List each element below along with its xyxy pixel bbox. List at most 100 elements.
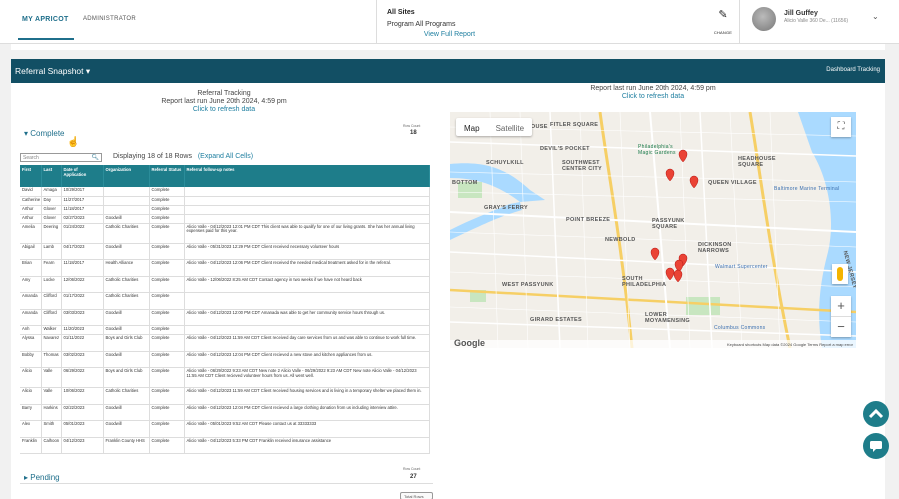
street-view-pegman-icon[interactable] — [832, 264, 848, 284]
cell-date: 01/11/2022 — [61, 334, 104, 352]
cell-status: Complete — [149, 243, 185, 260]
avatar[interactable] — [752, 7, 776, 31]
cell-date: 02/27/2023 — [61, 214, 104, 224]
cell-organization: Catholic Charities — [103, 387, 150, 405]
divider — [20, 483, 433, 484]
table-row[interactable]: Alex Smith 05/01/2023 Goodwill Complete Alici… — [20, 420, 430, 438]
refresh-link-right[interactable]: Click to refresh data — [463, 93, 843, 101]
chat-button[interactable] — [863, 433, 889, 459]
cell-first: Abigail — [20, 243, 42, 260]
tab-my-apricot[interactable]: MY APRICOT — [22, 16, 69, 23]
search-input[interactable]: Search 🔍︎ — [20, 153, 102, 162]
cell-organization: Goodwill — [103, 325, 150, 335]
scroll-to-top-button[interactable] — [863, 401, 889, 427]
pending-section-toggle[interactable]: ▸ Pending — [24, 473, 60, 482]
map-label: QUEEN VILLAGE — [708, 180, 757, 186]
cell-notes: Alicio Valle - 12/06/2022 8:25 AM CDT Co… — [184, 276, 430, 293]
snapshot-title[interactable]: Referral Snapshot ▾ — [15, 66, 90, 77]
table-row[interactable]: Amy Locke 12/06/2022 Catholic Charities Comp… — [20, 276, 430, 293]
cell-date: 11/27/2017 — [61, 196, 104, 206]
search-icon[interactable]: 🔍︎ — [91, 154, 99, 161]
cell-last: Day — [41, 196, 62, 206]
table-row[interactable]: David Amaga 10/29/2017 Complete — [20, 187, 430, 197]
cell-last: Navarez — [41, 334, 62, 352]
table-row[interactable]: Alicio Valle 10/06/2022 Catholic Charities C… — [20, 387, 430, 405]
fullscreen-icon[interactable]: ⛶ — [831, 117, 851, 137]
total-rows-button[interactable]: Total Rows — [400, 492, 433, 499]
cell-date: 11/18/2017 — [61, 205, 104, 215]
cell-notes — [184, 196, 430, 206]
map-tab-map[interactable]: Map — [456, 120, 488, 138]
view-full-report-link[interactable]: View Full Report — [0, 31, 899, 38]
col-header-date[interactable]: Date of Application — [61, 165, 104, 187]
cell-last: Harkins — [41, 404, 62, 421]
map-label: SOUTHWEST CENTER CITY — [562, 160, 602, 172]
dashboard-tracking-link[interactable]: Dashboard Tracking — [826, 67, 880, 73]
cell-last: Amaga — [41, 187, 62, 197]
map[interactable]: FITLER SQUARE RITTENHOUSE DEVIL'S POCKET… — [450, 112, 856, 348]
cell-notes: Alicio Valle - 05/01/2023 9:52 AM CDT Pl… — [184, 420, 430, 438]
col-header-last[interactable]: Last — [41, 165, 62, 187]
cell-notes — [184, 292, 430, 310]
cell-first: Barry — [20, 404, 42, 421]
pencil-icon: ✎ — [718, 9, 728, 21]
table-row[interactable]: Bobby Thomas 03/02/2023 Goodwill Complete Ali… — [20, 351, 430, 368]
table-row[interactable]: Arthur Glover 11/18/2017 Complete — [20, 205, 430, 215]
table-row[interactable]: Arthur Glover 02/27/2023 Goodwill Complete — [20, 214, 430, 224]
table-row[interactable]: Catherine Day 11/27/2017 Complete — [20, 196, 430, 206]
cell-notes — [184, 214, 430, 224]
refresh-link[interactable]: Click to refresh data — [34, 106, 414, 114]
complete-section-toggle[interactable]: ▾ Complete — [24, 129, 65, 138]
chevron-down-icon[interactable]: ⌄ — [872, 12, 879, 21]
cell-notes: Alicio Valle - 04/12/2023 12:04 PM CDT C… — [184, 404, 430, 421]
program-subtitle: Program All Programs — [387, 21, 456, 28]
cell-notes: Alicio Valle - 05/31/2023 12:29 PM CDT C… — [184, 243, 430, 260]
pending-row-count-label: Row Count — [403, 467, 421, 471]
cell-first: Alex — [20, 420, 42, 438]
map-poi[interactable]: Columbus Commons — [714, 325, 765, 331]
cell-last: Valle — [41, 367, 62, 388]
table-row[interactable]: Anh Walker 11/20/2023 Goodwill Complete — [20, 325, 430, 335]
cell-status: Complete — [149, 367, 185, 388]
col-header-first[interactable]: First — [20, 165, 42, 187]
chevron-up-icon — [868, 408, 884, 419]
map-type-toggle: Map Satellite — [456, 118, 533, 138]
col-header-notes[interactable]: Referral follow-up notes — [184, 165, 430, 187]
cell-status: Complete — [149, 292, 185, 310]
tab-administrator[interactable]: ADMINISTRATOR — [83, 16, 136, 22]
cell-date: 01/17/2022 — [61, 292, 104, 310]
cell-notes — [184, 325, 430, 335]
snapshot-header: Referral Snapshot ▾ Dashboard Tracking — [11, 59, 885, 83]
cell-date: 05/01/2023 — [61, 420, 104, 438]
map-label: PASSYUNK SQUARE — [652, 218, 685, 230]
cell-notes: Alicio Valle - 04/12/2023 12:00 PM CDT A… — [184, 309, 430, 326]
cell-date: 02/22/2023 — [61, 404, 104, 421]
cell-last: Valle — [41, 387, 62, 405]
cell-status: Complete — [149, 387, 185, 405]
zoom-in-button[interactable]: + — [831, 296, 851, 316]
table-row[interactable]: Amelia Deering 01/24/2022 Catholic Charitie… — [20, 223, 430, 244]
user-name[interactable]: Jill Guffey — [784, 10, 818, 17]
table-row[interactable]: Alyssa Navarez 01/11/2022 Boys and Girls Cl… — [20, 334, 430, 352]
table-row[interactable]: Alicio Valle 06/29/2022 Boys and Girls Club… — [20, 367, 430, 388]
cell-first: David — [20, 187, 42, 197]
map-poi[interactable]: Baltimore Marine Terminal — [774, 186, 839, 192]
map-poi[interactable]: Philadelphia's Magic Gardens — [638, 144, 698, 156]
table-row[interactable]: Amanda Clifford 01/17/2022 Catholic Chariti… — [20, 292, 430, 310]
table-row[interactable]: Abigail Lamb 04/17/2023 Goodwill Complete Ali… — [20, 243, 430, 260]
map-attribution[interactable]: Keyboard shortcuts Map data ©2024 Google… — [727, 342, 853, 347]
cell-last: Smith — [41, 420, 62, 438]
table-row[interactable]: Amanda Clifford 03/03/2023 Goodwill Complete… — [20, 309, 430, 326]
col-header-organization[interactable]: Organization — [103, 165, 150, 187]
cell-status: Complete — [149, 309, 185, 326]
table-row[interactable]: Brian Fearn 11/18/2017 Health Alliance Compl… — [20, 259, 430, 277]
map-poi[interactable]: Walmart Supercenter — [715, 264, 768, 270]
table-row[interactable]: Barry Harkins 02/22/2023 Goodwill Complete Al… — [20, 404, 430, 421]
zoom-out-button[interactable]: − — [831, 316, 851, 336]
expand-all-cells-link[interactable]: (Expand All Cells) — [198, 153, 253, 160]
cell-last: Glover — [41, 214, 62, 224]
table-row[interactable]: Franklin Calhoon 04/12/2023 Franklin County… — [20, 437, 430, 454]
map-tab-satellite[interactable]: Satellite — [488, 120, 532, 138]
col-header-status[interactable]: Referral Status — [149, 165, 185, 187]
cell-status: Complete — [149, 196, 185, 206]
